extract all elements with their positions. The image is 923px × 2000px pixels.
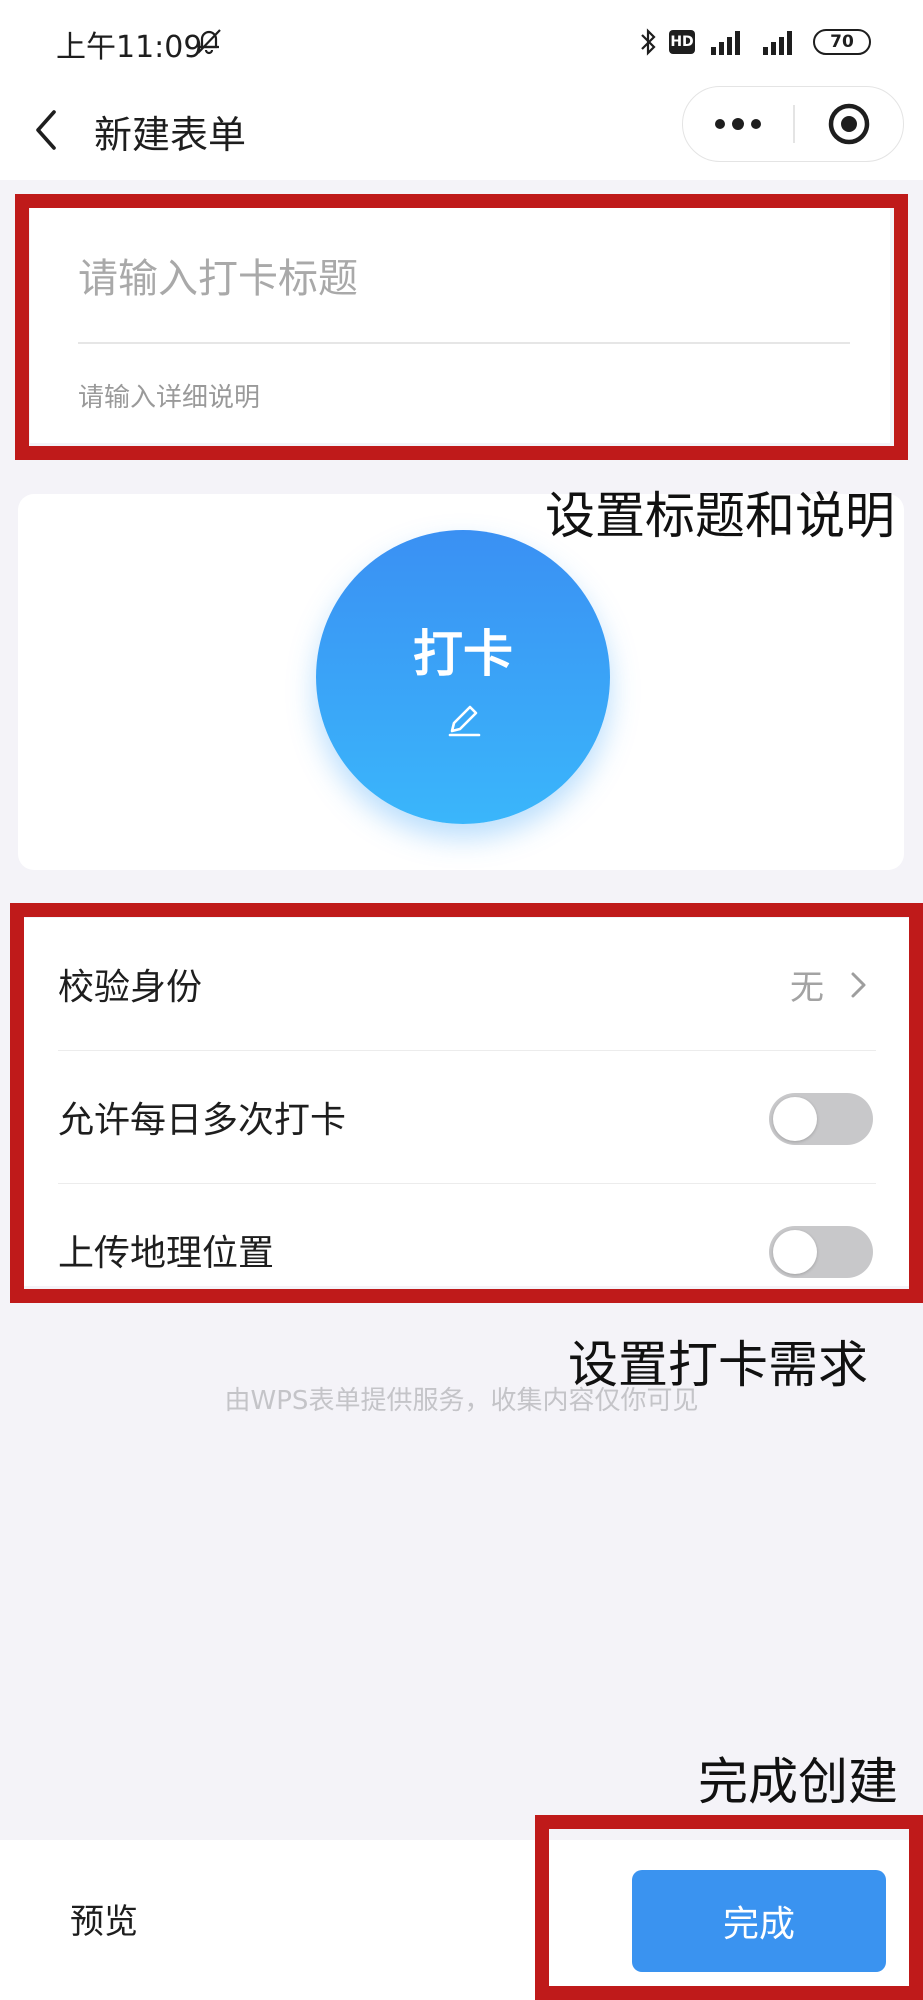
mute-bell-icon xyxy=(197,29,221,55)
page-title: 新建表单 xyxy=(94,113,247,157)
status-icons: HD 70 xyxy=(639,24,871,60)
more-button[interactable] xyxy=(683,87,793,161)
title-input[interactable] xyxy=(78,246,850,312)
mini-program-capsule xyxy=(682,86,904,162)
setting-row-verify-identity[interactable]: 校验身份 无 xyxy=(24,918,910,1051)
back-chevron-icon[interactable] xyxy=(28,102,68,158)
punch-label: 打卡 xyxy=(413,625,513,683)
description-input[interactable] xyxy=(78,376,850,420)
setting-row-upload-location: 上传地理位置 xyxy=(24,1184,910,1317)
page: 上午11:09 HD 70 新建表单 请输入打卡标题 请输入详细说明 打卡 校验… xyxy=(0,0,923,2000)
cover-card: 打卡 xyxy=(18,494,904,870)
caption-done: 完成创建 xyxy=(698,1753,898,1811)
chevron-right-icon xyxy=(851,972,866,998)
punch-cover-button[interactable]: 打卡 xyxy=(316,530,610,824)
battery-icon: 70 xyxy=(813,29,871,55)
status-time: 上午11:09 xyxy=(56,30,203,65)
toggle-knob xyxy=(773,1097,817,1141)
pencil-icon[interactable] xyxy=(443,698,485,740)
more-dots-icon xyxy=(715,118,761,130)
signal-icon xyxy=(763,31,792,55)
setting-value: 无 xyxy=(790,968,824,1008)
done-button[interactable]: 完成 xyxy=(632,1870,886,1972)
close-mini-program-button[interactable] xyxy=(794,87,904,161)
setting-label: 上传地理位置 xyxy=(58,1233,275,1274)
multiple-daily-toggle[interactable] xyxy=(769,1093,873,1145)
hd-badge: HD xyxy=(669,30,695,54)
setting-row-multiple-daily: 允许每日多次打卡 xyxy=(24,1051,910,1184)
caption-title: 设置标题和说明 xyxy=(545,487,895,545)
signal-4g-icon xyxy=(711,31,740,55)
preview-button[interactable]: 预览 xyxy=(70,1894,138,1943)
bluetooth-icon xyxy=(641,28,656,56)
target-close-icon xyxy=(828,103,870,145)
caption-settings: 设置打卡需求 xyxy=(568,1336,868,1394)
setting-label: 校验身份 xyxy=(58,967,203,1008)
bottom-bar: 预览 完成 xyxy=(0,1840,923,2000)
title-card xyxy=(30,208,890,443)
status-bar: 上午11:09 HD 70 xyxy=(0,0,923,80)
title-divider xyxy=(78,342,850,344)
upload-location-toggle[interactable] xyxy=(769,1226,873,1278)
settings-card: 校验身份 无 允许每日多次打卡 上传地理位置 xyxy=(24,918,910,1286)
setting-label: 允许每日多次打卡 xyxy=(58,1100,347,1141)
toggle-knob xyxy=(773,1230,817,1274)
nav-bar: 新建表单 xyxy=(0,80,923,180)
